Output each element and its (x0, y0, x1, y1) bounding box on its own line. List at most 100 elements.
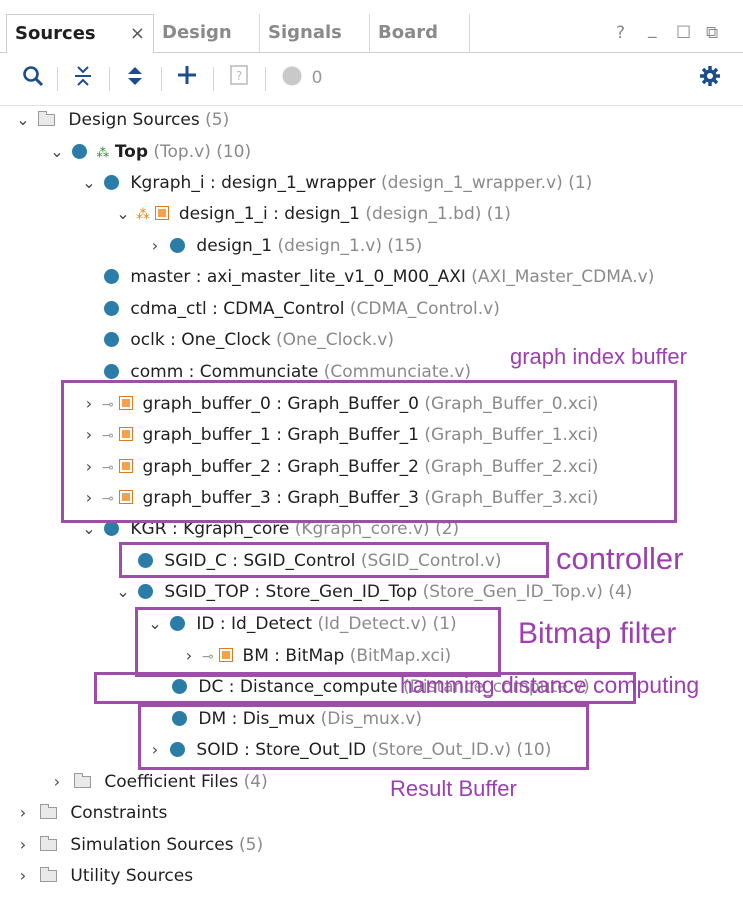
tree-item-label: comm : Communciate (130, 362, 319, 382)
tree-item-sgid-top[interactable]: ⌄ SGID_TOP : Store_Gen_ID_Top (Store_Gen… (116, 577, 632, 607)
tree-item-master[interactable]: master : axi_master_lite_v1_0_M00_AXI (A… (104, 262, 654, 292)
tab-signals-label: Signals (268, 22, 342, 43)
ip-icon (155, 206, 170, 220)
tree-item-file: (Top.v) (153, 142, 211, 162)
chevron-down-icon[interactable]: ⌄ (116, 199, 130, 229)
block-design-icon: ⁂ (136, 207, 150, 223)
tree-item-label: Kgraph_i : design_1_wrapper (130, 173, 376, 193)
chevron-down-icon[interactable]: ⌄ (82, 168, 96, 198)
collapse-all-icon[interactable] (70, 65, 96, 91)
tree-item-design-1-i[interactable]: ⌄ ⁂ design_1_i : design_1 (design_1.bd) … (116, 199, 511, 229)
tree-item-label: design_1 (196, 236, 273, 256)
module-icon (72, 144, 87, 159)
toolbar: ? 0 (0, 53, 743, 106)
tree-item-utility-sources[interactable]: › Utility Sources (16, 861, 193, 891)
tree-item-label: Coefficient Files (104, 772, 239, 792)
folder-icon (74, 773, 91, 788)
tree-item-count: (1) (486, 204, 511, 224)
maximize-icon[interactable]: ☐ (676, 14, 691, 52)
help-icon[interactable]: ? (616, 14, 625, 52)
folder-icon (40, 836, 57, 851)
hierarchy-icon: ⁂ (96, 146, 110, 161)
tree-item-cdma-ctl[interactable]: cdma_ctl : CDMA_Control (CDMA_Control.v) (104, 294, 500, 324)
tree-item-label: Top (114, 142, 148, 162)
module-icon (170, 238, 185, 253)
folder-icon (40, 867, 57, 882)
tree-item-count: (5) (205, 110, 230, 130)
chevron-down-icon[interactable]: ⌄ (116, 577, 130, 607)
chevron-down-icon[interactable]: ⌄ (50, 137, 64, 167)
tree-item-count: (15) (387, 236, 423, 256)
chevron-down-icon[interactable]: ⌄ (16, 105, 30, 135)
tree-item-count: (4) (243, 772, 268, 792)
module-icon (104, 332, 119, 347)
chevron-right-icon[interactable]: › (16, 830, 30, 860)
tab-board[interactable]: Board (370, 14, 470, 52)
float-icon[interactable]: ⧉ (706, 14, 718, 52)
tab-sources[interactable]: Sources × (6, 14, 154, 53)
tree-item-kgraph-i[interactable]: ⌄ Kgraph_i : design_1_wrapper (design_1_… (82, 168, 592, 198)
search-icon[interactable] (20, 65, 46, 91)
module-icon (104, 301, 119, 316)
tree-item-file: (Communciate.v) (323, 362, 472, 382)
tree-item-count: (10) (216, 142, 252, 162)
tab-board-label: Board (378, 22, 438, 43)
tree-item-design-1[interactable]: › design_1 (design_1.v) (15) (148, 231, 423, 261)
tree-item-file: (One_Clock.v) (275, 330, 394, 350)
tree-item-label: SGID_TOP : Store_Gen_ID_Top (164, 582, 418, 602)
tab-design[interactable]: Design (154, 14, 260, 52)
annotation-box-controller (119, 542, 549, 578)
tree-item-label: design_1_i : design_1 (178, 204, 360, 224)
tree-item-label: Utility Sources (70, 866, 194, 886)
tree-item-top[interactable]: ⌄ ⁂ Top (Top.v) (10) (50, 137, 251, 167)
tree-item-label: master : axi_master_lite_v1_0_M00_AXI (130, 267, 466, 287)
tree-item-file: (Store_Gen_ID_Top.v) (422, 582, 603, 602)
tree-item-count: (4) (608, 582, 633, 602)
tab-signals[interactable]: Signals (260, 14, 370, 52)
annotation-box-result-buffer (138, 704, 589, 770)
messages-status-icon[interactable] (280, 65, 304, 91)
annotation-controller: controller (556, 541, 684, 576)
tree-item-simulation-sources[interactable]: › Simulation Sources (5) (16, 830, 263, 860)
expand-all-icon[interactable] (122, 65, 148, 91)
tree-item-constraints[interactable]: › Constraints (16, 798, 168, 828)
tree-item-label: oclk : One_Clock (130, 330, 271, 350)
tree-item-label: Design Sources (68, 110, 200, 130)
tree-item-oclk[interactable]: oclk : One_Clock (One_Clock.v) (104, 325, 394, 355)
tab-design-label: Design (162, 22, 232, 43)
gear-icon[interactable] (697, 65, 723, 91)
chevron-right-icon[interactable]: › (16, 798, 30, 828)
tree-item-design-sources[interactable]: ⌄ Design Sources (5) (16, 105, 229, 135)
tab-bar: Sources × Design Signals Board (0, 14, 743, 53)
module-icon (104, 521, 119, 536)
tree-item-count: (5) (239, 835, 264, 855)
module-icon (104, 364, 119, 379)
tree-item-file: (design_1_wrapper.v) (381, 173, 563, 193)
message-count: 0 (311, 68, 323, 88)
annotation-hamming-distance: hamming distance computing (400, 672, 700, 698)
folder-icon (38, 111, 55, 126)
add-sources-icon[interactable] (174, 65, 200, 91)
tree-item-label: cdma_ctl : CDMA_Control (130, 299, 345, 319)
close-icon[interactable]: × (130, 15, 145, 53)
chevron-right-icon[interactable]: › (50, 767, 64, 797)
folder-icon (40, 804, 57, 819)
svg-text:?: ? (236, 69, 242, 83)
annotation-box-bitmap-filter (135, 607, 501, 677)
chevron-right-icon[interactable]: › (148, 231, 162, 261)
tree-item-label: Constraints (70, 803, 168, 823)
tree-item-file: (design_1.bd) (365, 204, 482, 224)
chevron-right-icon[interactable]: › (16, 861, 30, 891)
tree-item-file: (CDMA_Control.v) (349, 299, 500, 319)
module-icon (104, 175, 119, 190)
annotation-bitmap-filter: Bitmap filter (518, 617, 677, 650)
tree-item-file: (design_1.v) (277, 236, 382, 256)
annotation-graph-index-buffer: graph index buffer (510, 344, 687, 369)
minimize-icon[interactable]: _ (648, 10, 657, 48)
annotation-result-buffer: Result Buffer (390, 776, 517, 801)
tab-sources-label: Sources (15, 23, 96, 44)
tree-item-label: Simulation Sources (70, 835, 234, 855)
properties-icon[interactable]: ? (226, 65, 252, 91)
annotation-box-graph-buffers (61, 380, 677, 523)
tree-item-coefficient-files[interactable]: › Coefficient Files (4) (50, 767, 268, 797)
